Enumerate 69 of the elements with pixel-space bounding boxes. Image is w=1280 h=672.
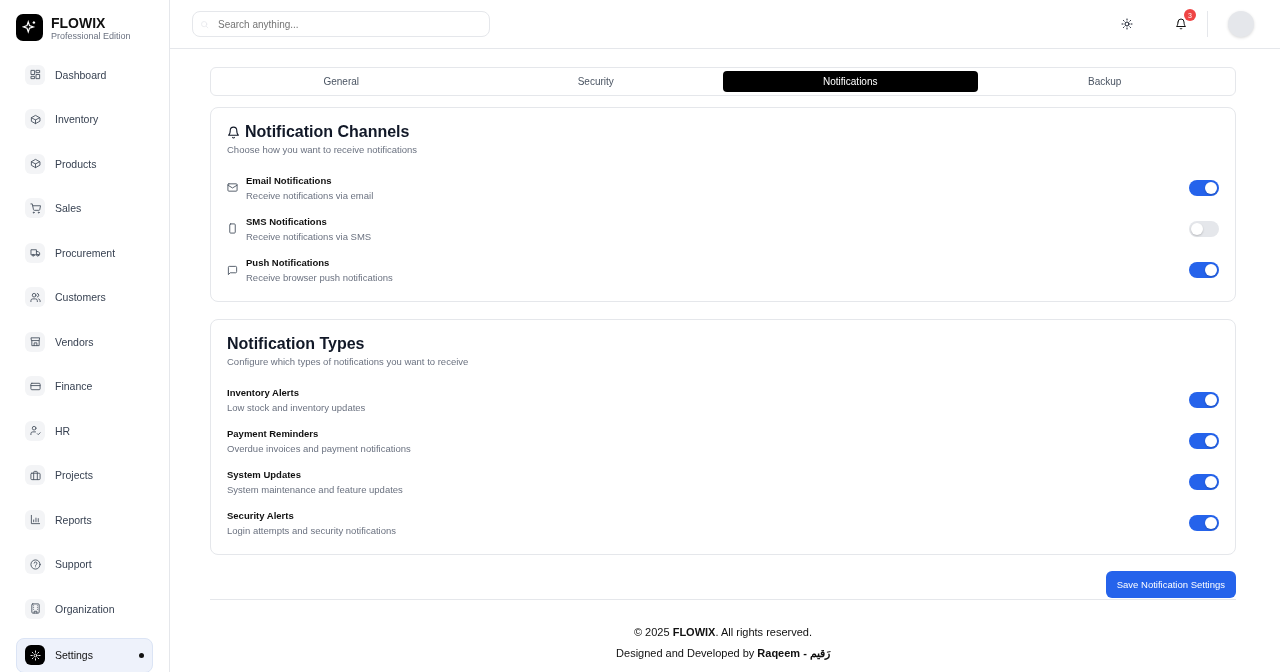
briefcase-icon xyxy=(29,469,41,481)
sidebar-item[interactable]: Settings xyxy=(16,637,153,672)
truck-icon xyxy=(29,247,41,258)
notification-icon xyxy=(1175,18,1187,30)
sidebar-item[interactable]: Support xyxy=(16,548,153,580)
logo-icon xyxy=(16,14,43,41)
setting-title: System Updates xyxy=(227,469,302,481)
brand-edition: Professional Edition xyxy=(51,30,131,41)
store-icon xyxy=(29,336,41,347)
setting-title: Security Alerts xyxy=(227,510,295,522)
setting-description: Receive notifications via email xyxy=(246,189,374,201)
toggle-switch[interactable] xyxy=(1189,220,1219,237)
setting-title: Payment Reminders xyxy=(227,427,320,439)
sidebar-item[interactable]: Procurement xyxy=(16,237,153,268)
card-title: Notification Channels xyxy=(245,123,410,141)
sun-icon xyxy=(1121,18,1133,30)
sidebar-item[interactable]: Organization xyxy=(16,593,153,624)
copyright-text: © 2025 FLOWIX. All rights reserved. xyxy=(632,625,814,641)
user-check-icon xyxy=(29,425,41,436)
box-icon xyxy=(29,158,41,169)
search-field[interactable]: Search anything... xyxy=(192,11,490,37)
sidebar-item[interactable]: Dashboard xyxy=(16,59,153,90)
setting-title: Email Notifications xyxy=(246,174,333,186)
brand-name: FLOWIX xyxy=(51,14,107,31)
sidebar-item[interactable]: Finance xyxy=(16,370,153,402)
cube-icon xyxy=(29,113,41,125)
sidebar-item[interactable]: Reports xyxy=(16,504,153,535)
save-button[interactable]: Save Notification Settings xyxy=(1105,571,1236,599)
sidebar-item[interactable]: HR xyxy=(16,415,153,446)
building-icon xyxy=(29,603,41,614)
setting-description: System maintenance and feature updates xyxy=(227,484,403,496)
toggle-switch[interactable] xyxy=(1189,262,1219,279)
sidebar-item[interactable]: Projects xyxy=(16,459,153,491)
users-icon xyxy=(29,291,41,303)
setting-title: SMS Notifications xyxy=(246,215,328,227)
toggle-switch[interactable] xyxy=(1189,391,1219,408)
card-subtitle: Configure which types of notifications you want to receive xyxy=(227,355,470,367)
card-subtitle: Choose how you want to receive notifications xyxy=(227,144,419,155)
sidebar-item[interactable]: Inventory xyxy=(16,103,153,135)
setting-description: Receive browser push notifications xyxy=(246,272,393,284)
phone-icon xyxy=(227,223,238,235)
sidebar-item[interactable]: Vendors xyxy=(16,326,153,357)
sidebar-item[interactable]: Customers xyxy=(16,281,153,313)
toggle-switch[interactable] xyxy=(1189,432,1219,449)
mail-icon xyxy=(227,182,238,194)
card-icon xyxy=(29,380,41,392)
tab[interactable]: Backup xyxy=(977,71,1232,92)
toggle-switch[interactable] xyxy=(1189,474,1219,491)
chat-icon xyxy=(227,264,238,276)
grid-icon xyxy=(29,69,41,80)
toggle-switch[interactable] xyxy=(1189,515,1219,532)
setting-title: Push Notifications xyxy=(246,257,331,269)
toggle-switch[interactable] xyxy=(1189,179,1219,196)
card-title: Notification Types xyxy=(227,334,365,353)
settings-icon xyxy=(29,649,41,661)
tab[interactable]: General xyxy=(214,71,469,92)
setting-title: Inventory Alerts xyxy=(227,386,300,398)
setting-description: Login attempts and security notifications xyxy=(227,525,396,537)
sidebar-item[interactable]: Products xyxy=(16,148,153,179)
setting-description: Overdue invoices and payment notifications xyxy=(227,442,411,454)
cart-icon xyxy=(29,202,41,214)
tab[interactable]: Notifications xyxy=(723,71,978,92)
active-dot xyxy=(139,652,144,658)
tab[interactable]: Security xyxy=(468,71,723,92)
sidebar-item[interactable]: Sales xyxy=(16,192,153,224)
setting-description: Receive notifications via SMS xyxy=(246,230,372,242)
bar-chart-icon xyxy=(29,514,41,525)
setting-description: Low stock and inventory updates xyxy=(227,401,366,413)
help-icon xyxy=(29,558,41,570)
